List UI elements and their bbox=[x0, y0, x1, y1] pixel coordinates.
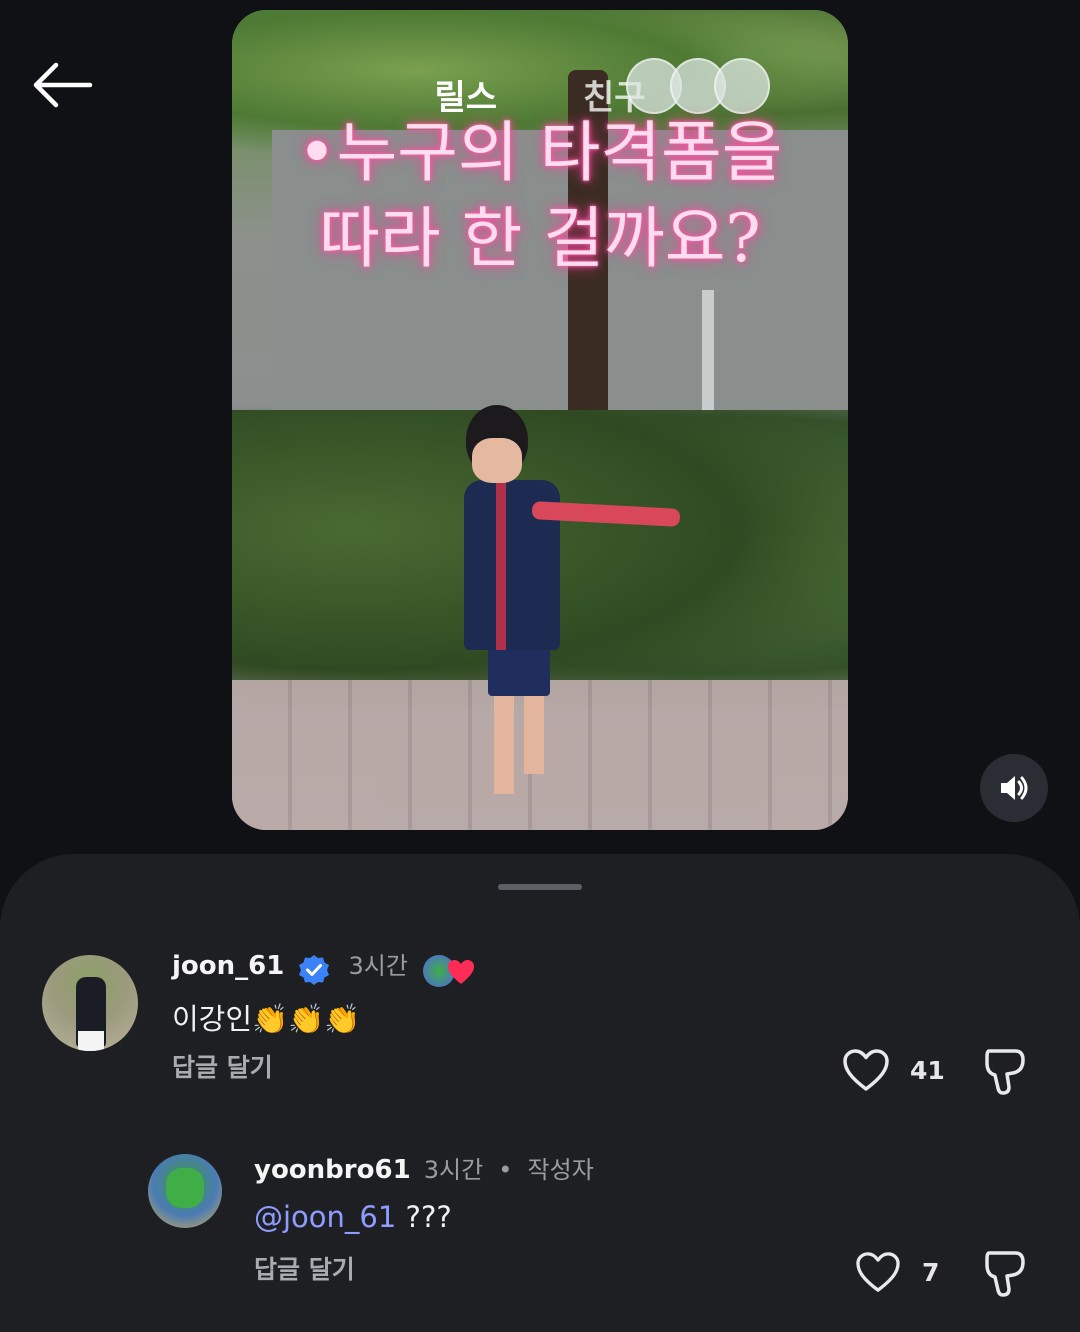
heart-icon bbox=[856, 1252, 900, 1292]
arrow-left-icon bbox=[33, 62, 93, 108]
heart-filled-icon bbox=[448, 959, 475, 984]
thumbs-down-icon bbox=[985, 1251, 1025, 1297]
comments-sheet: joon_61 3시간 이강인👏👏👏 답글 달기 41 yoonbro61 3시… bbox=[0, 854, 1080, 1332]
dislike-button[interactable] bbox=[978, 1044, 1030, 1100]
sound-toggle-button[interactable] bbox=[980, 754, 1048, 822]
reply-text: @joon_61 ??? bbox=[254, 1200, 452, 1234]
like-count: 41 bbox=[910, 1056, 945, 1085]
friend-avatars[interactable] bbox=[626, 58, 770, 114]
friend-avatar bbox=[714, 58, 770, 114]
comment-username[interactable]: joon_61 bbox=[172, 951, 284, 981]
kid-shorts bbox=[488, 646, 550, 696]
reply-button[interactable]: 답글 달기 bbox=[172, 1048, 273, 1084]
author-badge: 작성자 bbox=[527, 1156, 594, 1184]
verified-badge-icon bbox=[299, 954, 330, 985]
avatar[interactable] bbox=[42, 955, 138, 1051]
comment-username[interactable]: yoonbro61 bbox=[254, 1155, 411, 1185]
reply-body: ??? bbox=[405, 1200, 452, 1234]
like-button[interactable] bbox=[852, 1246, 904, 1298]
mention-link[interactable]: @joon_61 bbox=[254, 1200, 396, 1234]
meta-separator: • bbox=[498, 1156, 513, 1184]
back-button[interactable] bbox=[30, 58, 94, 112]
comment-time: 3시간 bbox=[348, 952, 408, 980]
author-liked-indicator bbox=[423, 953, 479, 987]
kid-face bbox=[472, 438, 522, 483]
comment-text: 이강인👏👏👏 bbox=[172, 1002, 361, 1036]
drag-handle[interactable] bbox=[498, 884, 582, 890]
video-caption-overlay: •누구의 타격폼을 따라 한 걸까요? bbox=[232, 110, 848, 282]
like-count: 7 bbox=[922, 1258, 940, 1287]
caption-line-2: 따라 한 걸까요? bbox=[319, 200, 761, 277]
kid-leg bbox=[494, 694, 514, 794]
thumbs-down-icon bbox=[985, 1049, 1025, 1095]
reply-button[interactable]: 답글 달기 bbox=[254, 1250, 355, 1286]
avatar-figure-legs bbox=[78, 1031, 104, 1051]
like-button[interactable] bbox=[838, 1042, 894, 1098]
reply-header: yoonbro61 3시간 • 작성자 bbox=[254, 1150, 594, 1185]
heart-icon bbox=[843, 1049, 889, 1091]
jersey-stripe bbox=[496, 482, 506, 650]
dislike-button[interactable] bbox=[978, 1246, 1030, 1302]
caption-line-1: •누구의 타격폼을 bbox=[297, 114, 783, 191]
kid-leg bbox=[524, 694, 544, 774]
avatar[interactable] bbox=[148, 1154, 222, 1228]
comment-header: joon_61 3시간 bbox=[172, 946, 479, 987]
avatar-figure bbox=[166, 1168, 204, 1208]
speaker-icon bbox=[1001, 776, 1028, 800]
comment-time: 3시간 bbox=[423, 1156, 484, 1184]
reel-video[interactable]: 릴스 친구 •누구의 타격폼을 따라 한 걸까요? bbox=[232, 10, 848, 830]
